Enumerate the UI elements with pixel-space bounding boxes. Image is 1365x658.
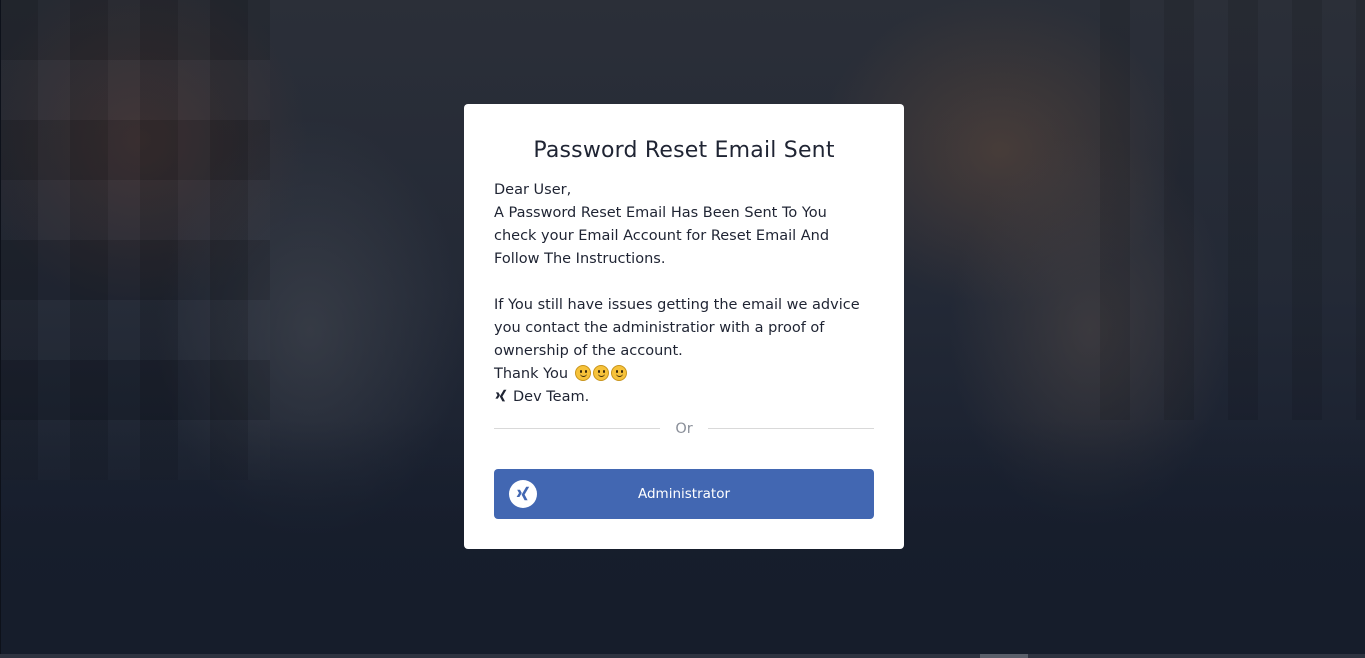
message-line: Follow The Instructions.: [494, 251, 666, 267]
message-spacer: [494, 271, 879, 294]
reset-confirmation-card: Password Reset Email Sent Dear User, A P…: [464, 104, 904, 549]
message-line: you contact the administratior with a pr…: [494, 320, 825, 336]
thank-you-line: Thank You: [494, 363, 879, 386]
background-building-right: [1100, 0, 1365, 420]
divider-or-text: Or: [675, 421, 693, 437]
divider-rule-right: [708, 428, 874, 429]
message-line: If You still have issues getting the ema…: [494, 297, 860, 313]
card-title: Password Reset Email Sent: [533, 138, 835, 163]
message-line: ownership of the account.: [494, 343, 683, 359]
message-line: check your Email Account for Reset Email…: [494, 228, 830, 244]
signature-line: Dev Team.: [494, 386, 879, 409]
message-body: Dear User, A Password Reset Email Has Be…: [494, 179, 879, 409]
page: Password Reset Email Sent Dear User, A P…: [0, 0, 1365, 658]
message-line-greeting: Dear User,: [494, 182, 572, 198]
administrator-button-label: Administrator: [637, 486, 731, 502]
thank-you-text: Thank You: [494, 366, 569, 382]
window-left-edge: [0, 0, 1, 658]
smiley-icon: [610, 365, 627, 381]
smiley-icon: [574, 365, 591, 381]
scrollbar-thumb[interactable]: [980, 654, 1028, 658]
administrator-button[interactable]: Administrator: [494, 469, 874, 519]
or-divider: Or: [494, 418, 874, 440]
signature-text: Dev Team.: [513, 389, 590, 405]
message-line: A Password Reset Email Has Been Sent To …: [494, 205, 827, 221]
xing-icon: [495, 389, 507, 402]
smiley-icon: [592, 365, 609, 381]
background-building-left: [0, 0, 270, 480]
divider-rule-left: [494, 428, 660, 429]
horizontal-scrollbar[interactable]: [0, 654, 1365, 658]
